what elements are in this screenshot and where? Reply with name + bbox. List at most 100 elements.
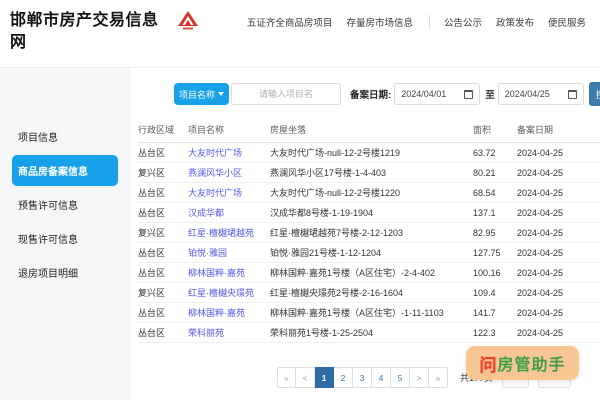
cell-region: 复兴区 <box>138 162 188 183</box>
sidebar-item-current-sale-permit[interactable]: 现售许可信息 <box>12 223 118 254</box>
cell-location: 柳林国粹·嘉苑1号楼（A区住宅）-1-11-1103 <box>270 302 473 323</box>
cell-project-link[interactable]: 大友时代广场 <box>188 142 270 163</box>
site-logo-house-icon <box>177 10 199 32</box>
calendar-icon <box>567 89 577 99</box>
search-button[interactable]: 搜索 <box>588 82 600 106</box>
col-header-location: 房屋坐落 <box>270 118 473 143</box>
search-field-dropdown-label: 项目名称 <box>179 89 216 100</box>
search-field-dropdown[interactable]: 项目名称 <box>174 83 230 105</box>
cell-date: 2024-04-25 <box>517 322 600 343</box>
table-row: 丛台区 铂悦·雅园 铂悦·雅园21号楼-1-12-1204 127.75 202… <box>138 242 600 263</box>
cell-location: 红星·檀樾央璟苑2号楼-2-16-1604 <box>270 282 473 303</box>
date-from-input[interactable] <box>401 89 460 99</box>
cell-area: 137.1 <box>473 202 517 223</box>
sidebar-item-presale-permit[interactable]: 预售许可信息 <box>12 189 118 220</box>
cell-location: 大友时代广场-null-12-2号楼1220 <box>270 182 473 203</box>
cell-date: 2024-04-25 <box>517 262 600 283</box>
table-row: 丛台区 大友时代广场 大友时代广场-null-12-2号楼1220 68.54 … <box>138 182 600 203</box>
table-row: 丛台区 柳林国粹·嘉苑 柳林国粹·嘉苑1号楼（A区住宅）-1-11-1103 1… <box>138 302 600 323</box>
project-link[interactable]: 红星·檀樾珺越苑 <box>188 228 254 238</box>
cell-area: 122.3 <box>473 322 517 343</box>
project-link[interactable]: 汉成华都 <box>188 208 224 218</box>
cell-area: 80.21 <box>473 162 517 183</box>
cell-region: 复兴区 <box>138 222 188 243</box>
cell-project-link[interactable]: 柳林国粹·嘉苑 <box>188 262 270 283</box>
cell-date: 2024-04-25 <box>517 222 600 243</box>
project-link[interactable]: 红星·檀樾央璟苑 <box>188 288 254 298</box>
page-button-3[interactable]: 3 <box>353 367 372 388</box>
assistant-logo-icon: 问 <box>479 355 497 375</box>
cell-area: 109.4 <box>473 282 517 303</box>
nav-divider <box>428 15 430 29</box>
nav-item-stock-housing-info[interactable]: 存量房市场信息 <box>346 15 413 29</box>
cell-project-link[interactable]: 红星·檀樾珺越苑 <box>188 222 270 243</box>
date-range-separator: 至 <box>485 90 495 101</box>
pagination: « < 1 2 3 4 5 > » <box>277 367 448 388</box>
page-button-2[interactable]: 2 <box>334 367 353 388</box>
page-next-button[interactable]: > <box>410 367 429 388</box>
sidebar-item-project-info[interactable]: 项目信息 <box>12 121 118 152</box>
cell-date: 2024-04-25 <box>517 242 600 263</box>
cell-project-link[interactable]: 柳林国粹·嘉苑 <box>188 302 270 323</box>
cell-area: 68.54 <box>473 182 517 203</box>
cell-location: 荣科丽苑1号楼-1-25-2504 <box>270 322 473 343</box>
cell-project-link[interactable]: 铂悦·雅园 <box>188 242 270 263</box>
cell-project-link[interactable]: 汉成华都 <box>188 202 270 223</box>
cell-region: 丛台区 <box>138 242 188 263</box>
sidebar-item-commodity-housing-filing[interactable]: 商品房备案信息 <box>12 155 118 186</box>
col-header-area: 面积 <box>473 118 517 143</box>
chevron-down-icon <box>218 92 225 96</box>
top-navigation: 五证齐全商品房项目 存量房市场信息 公告公示 政策发布 便民服务 <box>247 15 600 29</box>
project-link[interactable]: 大友时代广场 <box>188 148 242 158</box>
cell-project-link[interactable]: 大友时代广场 <box>188 182 270 203</box>
cell-region: 丛台区 <box>138 202 188 223</box>
nav-item-announcements[interactable]: 公告公示 <box>444 15 482 29</box>
nav-item-public-services[interactable]: 便民服务 <box>548 15 586 29</box>
cell-date: 2024-04-25 <box>517 302 600 323</box>
assistant-label: 房管助手 <box>497 357 566 374</box>
page-button-5[interactable]: 5 <box>391 367 410 388</box>
cell-date: 2024-04-25 <box>517 162 600 183</box>
project-link[interactable]: 柳林国粹·嘉苑 <box>188 268 245 278</box>
project-link[interactable]: 柳林国粹·嘉苑 <box>188 308 245 318</box>
table-row: 复兴区 燕澜风华小区 燕澜风华小区17号楼-1-4-403 80.21 2024… <box>138 162 600 183</box>
site-header: 邯郸市房产交易信息网 五证齐全商品房项目 存量房市场信息 公告公示 政策发布 便… <box>0 0 600 68</box>
cell-region: 丛台区 <box>138 182 188 203</box>
cell-project-link[interactable]: 荣科丽苑 <box>188 322 270 343</box>
page-last-button[interactable]: » <box>429 367 448 388</box>
assistant-widget[interactable]: 问 房管助手 <box>466 346 579 380</box>
cell-location: 大友时代广场-null-12-2号楼1219 <box>270 142 473 163</box>
calendar-icon <box>464 89 474 99</box>
sidebar-item-refund-project-details[interactable]: 退房项目明细 <box>12 257 118 288</box>
cell-location: 柳林国粹·嘉苑1号楼（A区住宅）-2-4-402 <box>270 262 473 283</box>
page-button-1[interactable]: 1 <box>315 367 334 388</box>
cell-project-link[interactable]: 燕澜风华小区 <box>188 162 270 183</box>
project-name-input[interactable] <box>231 83 342 105</box>
cell-area: 100.16 <box>473 262 517 283</box>
table-row: 丛台区 汉成华都 汉成华都8号楼-1-19-1904 137.1 2024-04… <box>138 202 600 223</box>
cell-region: 丛台区 <box>138 262 188 283</box>
page-prev-button[interactable]: < <box>296 367 315 388</box>
filing-date-label: 备案日期: <box>350 90 392 101</box>
date-from-picker[interactable] <box>394 83 481 105</box>
date-to-input[interactable] <box>504 89 563 99</box>
page-button-4[interactable]: 4 <box>372 367 391 388</box>
cell-date: 2024-04-25 <box>517 202 600 223</box>
page-first-button[interactable]: « <box>277 367 296 388</box>
cell-location: 铂悦·雅园21号楼-1-12-1204 <box>270 242 473 263</box>
cell-region: 丛台区 <box>138 302 188 323</box>
cell-project-link[interactable]: 红星·檀樾央璟苑 <box>188 282 270 303</box>
date-to-picker[interactable] <box>497 83 584 105</box>
project-link[interactable]: 大友时代广场 <box>188 188 242 198</box>
cell-region: 丛台区 <box>138 142 188 163</box>
project-link[interactable]: 荣科丽苑 <box>188 328 224 338</box>
col-header-region: 行政区域 <box>138 118 188 143</box>
project-link[interactable]: 铂悦·雅园 <box>188 248 227 258</box>
table-row: 复兴区 红星·檀樾央璟苑 红星·檀樾央璟苑2号楼-2-16-1604 109.4… <box>138 282 600 303</box>
table-header-row: 行政区域 项目名称 房屋坐落 面积 备案日期 <box>138 118 600 143</box>
nav-item-policy-release[interactable]: 政策发布 <box>496 15 534 29</box>
cell-region: 复兴区 <box>138 282 188 303</box>
filter-bar: 项目名称 备案日期: 至 搜索 <box>174 82 600 106</box>
project-link[interactable]: 燕澜风华小区 <box>188 168 242 178</box>
nav-item-five-cert-projects[interactable]: 五证齐全商品房项目 <box>247 15 333 29</box>
